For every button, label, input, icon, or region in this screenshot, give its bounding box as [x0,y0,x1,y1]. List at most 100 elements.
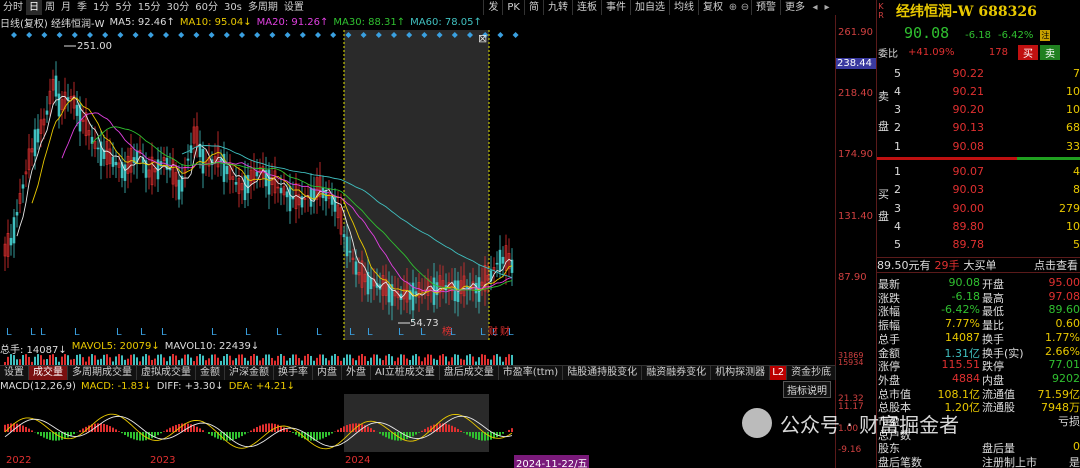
ask-row[interactable]: 4 90.21 10 [894,82,1080,100]
macd-histogram-bar [25,426,27,432]
event-marker-icon[interactable] [117,32,124,38]
period-quarter[interactable]: 季 [74,0,90,15]
ask-row[interactable]: 3 90.20 10 [894,100,1080,118]
settings-button[interactable]: 设置 [281,0,307,15]
period-5min[interactable]: 5分 [112,0,134,15]
caret-left-icon[interactable]: ◂ [809,0,821,15]
candlestick [18,178,22,214]
close-range-icon[interactable]: ⊠ [478,32,487,45]
tab-hs-amount[interactable]: 沪深金额 [225,366,274,380]
zoom-out-icon[interactable]: ⊖ [739,0,751,15]
event-marker-icon[interactable] [147,32,154,38]
tab-virtual-volume[interactable]: 虚拟成交量 [137,366,196,380]
tab-settings[interactable]: 设置 [0,366,29,380]
period-30min[interactable]: 30分 [163,0,192,15]
period-15min[interactable]: 15分 [135,0,164,15]
toolbar-more-button[interactable]: 更多 [780,0,809,15]
event-marker-icon[interactable] [26,32,33,38]
event-marker-icon[interactable] [284,32,291,38]
bid-strength-bar [877,157,1017,160]
toolbar-adjust-button[interactable]: 复权 [698,0,727,15]
event-marker-icon[interactable] [497,32,504,38]
event-marker-icon[interactable] [223,32,230,38]
view-details-link[interactable]: 点击查看 [1034,257,1078,273]
event-marker-icon[interactable] [132,32,139,38]
event-marker-icon[interactable] [254,32,261,38]
volume-bar [427,354,429,365]
event-marker-icon[interactable] [178,32,185,38]
event-marker-icon[interactable] [208,32,215,38]
candlestick [54,61,58,106]
price-tick: 174.90 [838,149,873,160]
bid-row[interactable]: 2 90.03 8 [894,180,1080,198]
tab-institution[interactable]: 机构探测器 [711,366,771,380]
tab-northbound[interactable]: 陆股通持股变化 [563,366,643,380]
l2-badge[interactable]: L2 [770,366,788,380]
event-marker-icon[interactable] [11,32,17,38]
tab-turnover[interactable]: 换手率 [274,366,313,380]
toolbar-add-watch-button[interactable]: 加自选 [630,0,669,15]
period-day[interactable]: 日 [26,0,42,15]
caret-right-icon[interactable]: ▸ [821,0,833,15]
toolbar-alert-button[interactable]: 预警 [751,0,780,15]
event-marker-icon[interactable] [315,32,321,38]
earnings-marker: 财 [500,325,510,338]
period-timeshare[interactable]: 分时 [0,0,26,15]
bid-row[interactable]: 3 90.00 279 [894,199,1080,217]
toolbar-ma-button[interactable]: 均线 [669,0,698,15]
event-marker-icon[interactable] [269,32,276,38]
event-marker-icon[interactable] [71,32,78,38]
bid-row[interactable]: 4 89.80 10 [894,217,1080,235]
event-marker-icon[interactable] [87,32,93,38]
event-marker-icon[interactable] [239,32,245,38]
toolbar-events-button[interactable]: 事件 [601,0,630,15]
toolbar-pk-button[interactable]: PK [502,0,524,15]
event-marker-icon[interactable] [193,32,200,38]
event-marker-icon[interactable] [512,32,519,38]
volume-bar [40,355,42,365]
period-1min[interactable]: 1分 [90,0,112,15]
zoom-in-icon[interactable]: ⊕ [727,0,739,15]
tab-outer[interactable]: 外盘 [342,366,371,380]
macd-histogram-bar [112,427,114,432]
tab-margin[interactable]: 融资融券变化 [642,366,712,380]
buy-button[interactable]: 买 [1018,45,1038,60]
tab-ai-volume[interactable]: AI立桩成交量 [371,366,440,380]
sell-button[interactable]: 卖 [1040,45,1060,60]
lockup-marker: L [140,327,146,338]
ask-row[interactable]: 5 90.22 7 [894,64,1080,82]
ask-row[interactable]: 2 90.13 68 [894,118,1080,136]
tab-multi-volume[interactable]: 多周期成交量 [68,366,137,380]
big-deal-row[interactable]: 89.50元有 29手 大买单 点击查看 [876,257,1080,273]
volume-chart[interactable] [0,353,835,365]
tab-amount[interactable]: 金额 [196,366,225,380]
stat-value [910,440,980,455]
event-marker-icon[interactable] [102,32,109,38]
period-60min[interactable]: 60分 [192,0,221,15]
tab-volume[interactable]: 成交量 [29,366,68,380]
tab-after-hours[interactable]: 盘后成交量 [440,366,499,380]
toolbar-jiuzhuan-button[interactable]: 九转 [543,0,572,15]
period-multi[interactable]: 多周期 [245,0,281,15]
event-marker-icon[interactable] [299,32,306,38]
candlestick [180,164,184,205]
toolbar-simple-button[interactable]: 简 [524,0,543,15]
tab-inner[interactable]: 内盘 [313,366,342,380]
event-marker-icon[interactable] [41,32,48,38]
toolbar-fa-button[interactable]: 发 [483,0,502,15]
period-30s[interactable]: 30s [221,0,245,15]
macd-chart[interactable] [0,394,835,452]
event-marker-icon[interactable] [163,32,169,38]
tab-pe-ttm[interactable]: 市盈率(ttm) [499,366,564,380]
ask-row[interactable]: 1 90.08 33 [894,137,1080,155]
period-week[interactable]: 周 [42,0,58,15]
bid-row[interactable]: 5 89.78 5 [894,235,1080,253]
candlestick [252,153,256,191]
toolbar-lianban-button[interactable]: 连板 [572,0,601,15]
event-marker-icon[interactable] [56,32,63,38]
tab-capital-bottom[interactable]: 资金抄底 [787,366,837,380]
candlestick-chart[interactable]: 251.0054.73L L L L L L L L L L L L L L L L LL L 榜财财⊠ [0,30,835,340]
period-month[interactable]: 月 [58,0,74,15]
bid-row[interactable]: 1 90.07 4 [894,162,1080,180]
event-marker-icon[interactable] [330,32,337,38]
